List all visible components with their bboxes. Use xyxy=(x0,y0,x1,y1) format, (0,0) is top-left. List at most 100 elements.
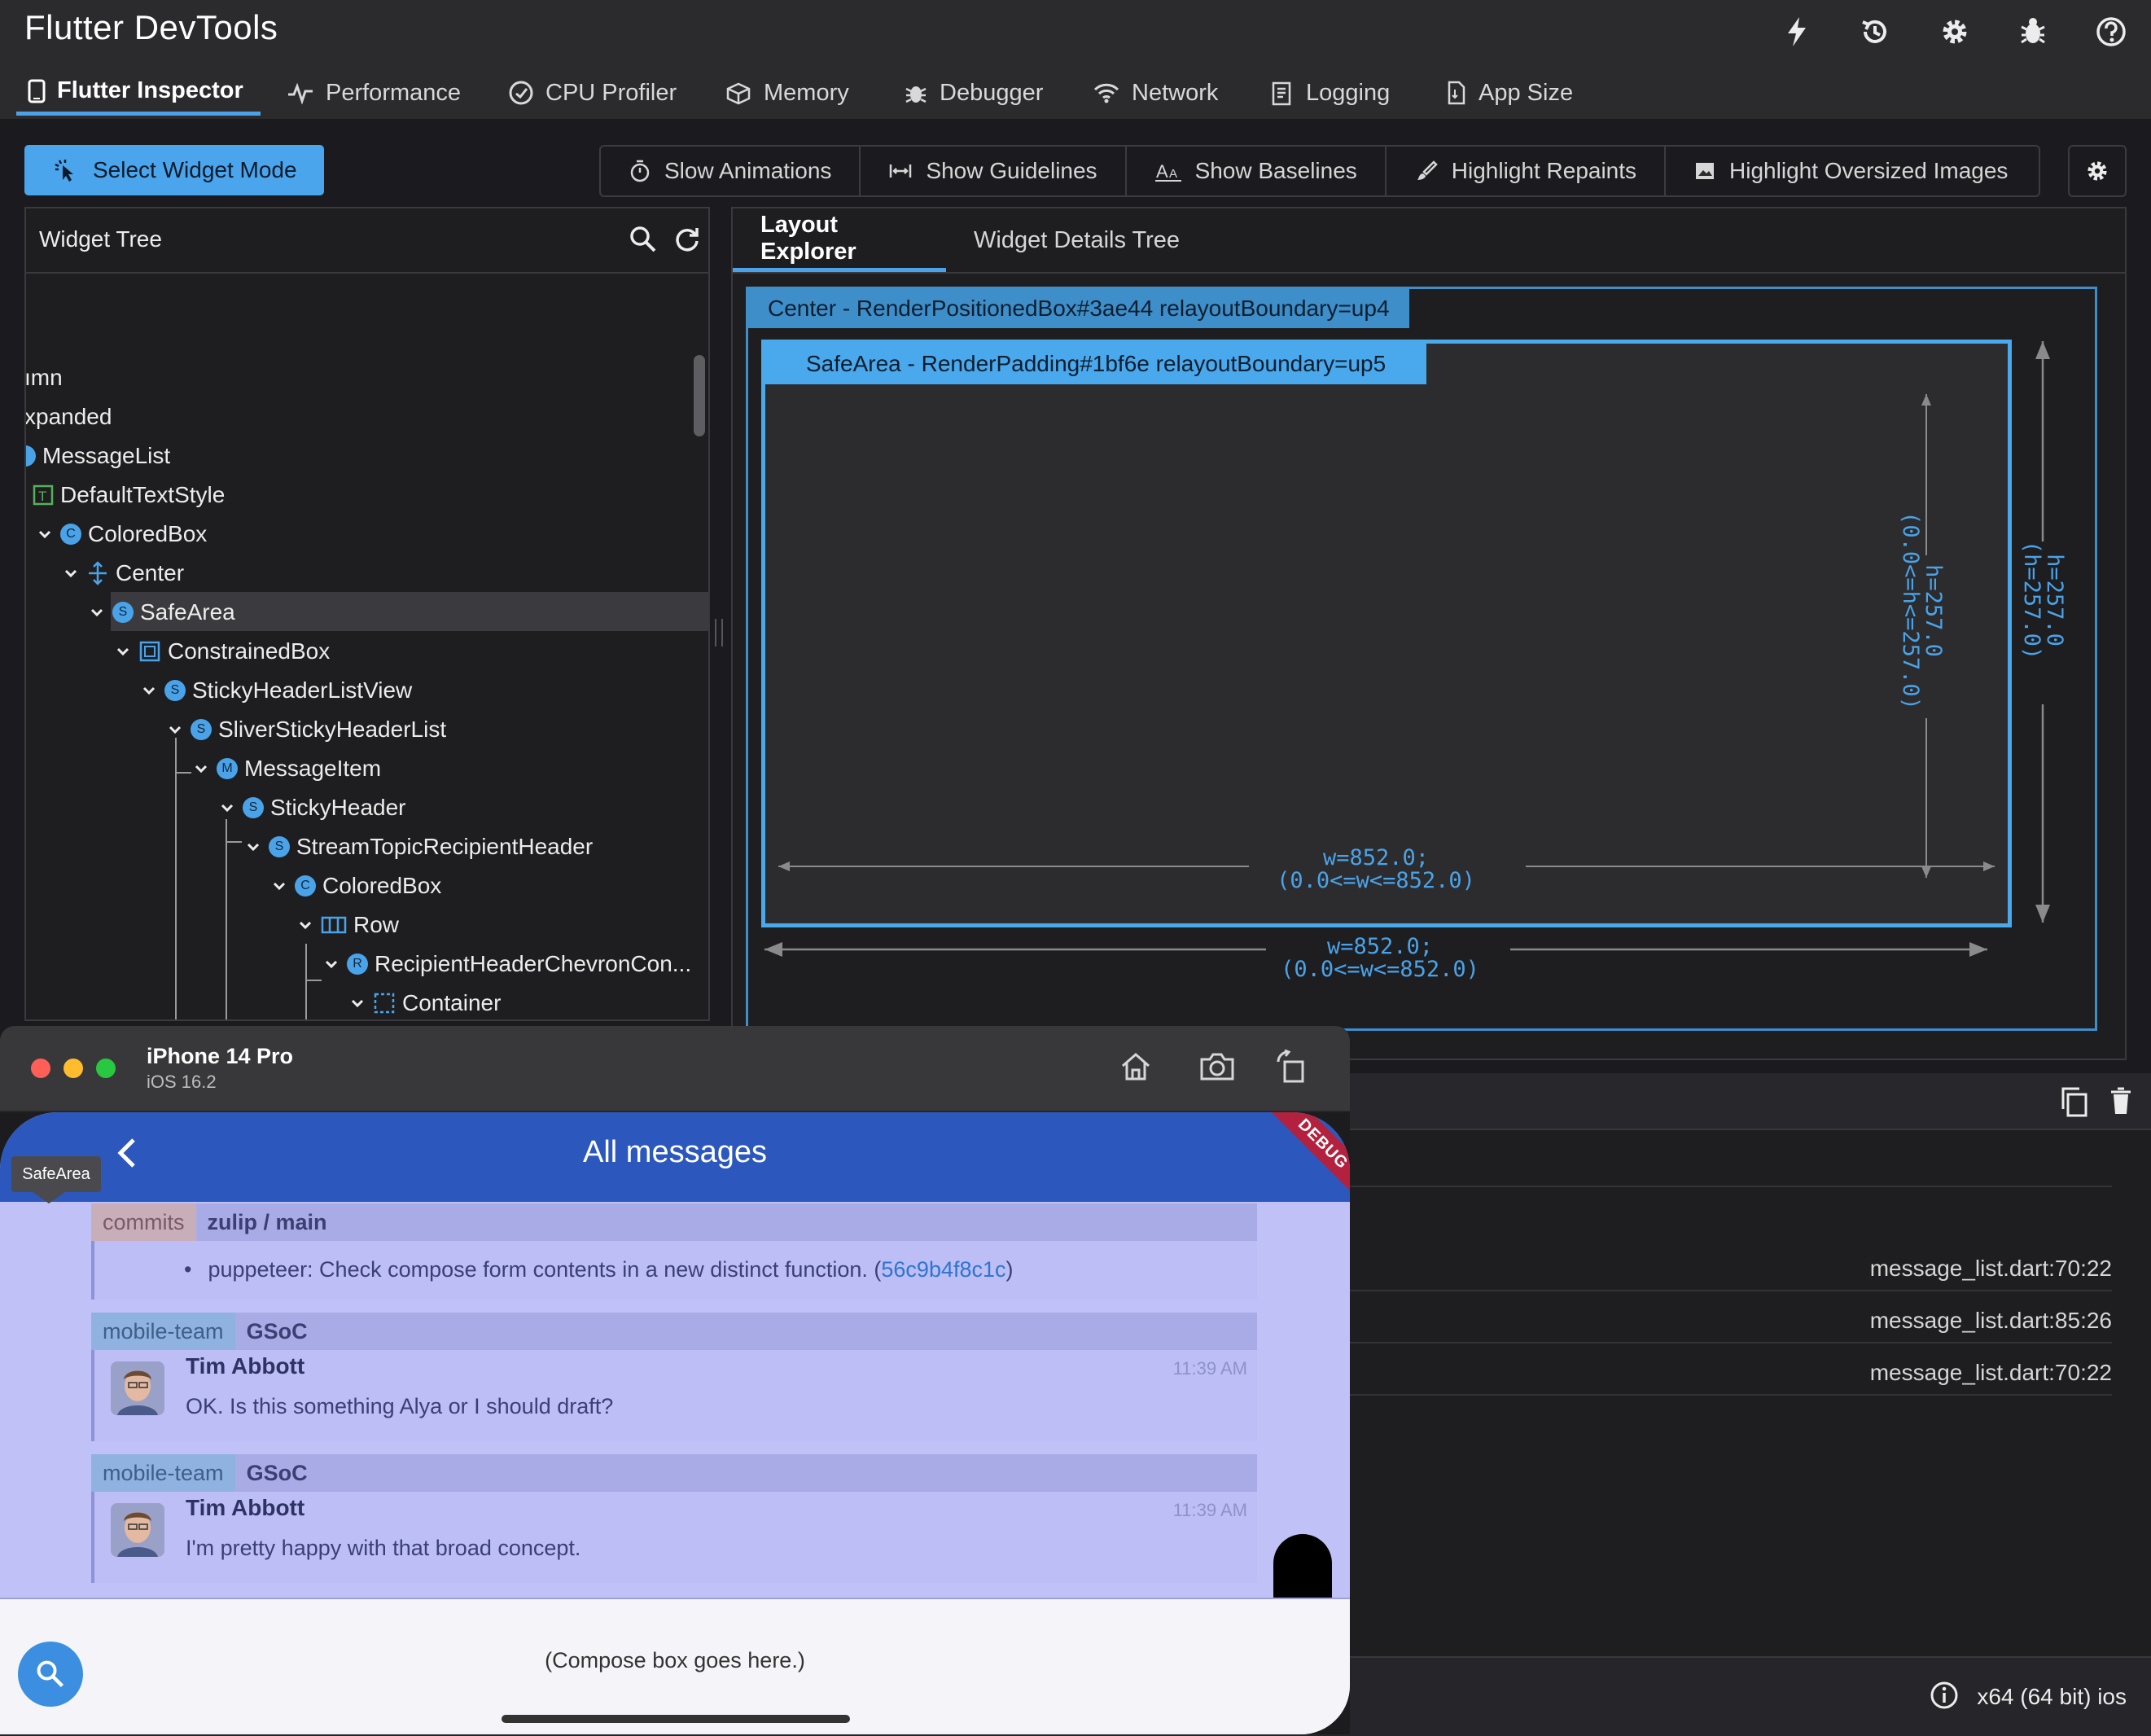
chevron-down-icon[interactable] xyxy=(62,564,80,582)
report-issue-button[interactable] xyxy=(2011,10,2055,54)
device-info-button[interactable] xyxy=(1930,1681,1959,1710)
chevron-down-icon[interactable] xyxy=(348,994,366,1012)
show-guidelines-button[interactable]: Show Guidelines xyxy=(861,147,1127,195)
compose-placeholder[interactable]: (Compose box goes here.) xyxy=(0,1648,1350,1673)
tab-flutter-inspector[interactable]: Flutter Inspector xyxy=(16,70,261,116)
tab-widget-details-tree[interactable]: Widget Details Tree xyxy=(946,208,1207,272)
timer-icon xyxy=(630,160,650,182)
message-item[interactable]: mobile-team GSoC Tim Abbott 11:39 AM OK.… xyxy=(91,1313,1257,1441)
search-fab[interactable] xyxy=(18,1642,83,1707)
rotate-button[interactable] xyxy=(1275,1049,1308,1085)
tree-node[interactable]: M MessageItem xyxy=(192,749,381,788)
info-icon xyxy=(1930,1681,1958,1709)
stream-chip[interactable]: commits xyxy=(91,1203,196,1241)
center-render-box[interactable]: Center - RenderPositionedBox#3ae44 relay… xyxy=(746,287,2097,1031)
file-icon xyxy=(1448,81,1465,105)
avatar[interactable] xyxy=(111,1361,164,1415)
chevron-down-icon[interactable] xyxy=(270,877,288,895)
screenshot-button[interactable] xyxy=(1198,1050,1236,1083)
tree-node[interactable]: ımn xyxy=(26,358,63,397)
delete-button[interactable] xyxy=(2109,1086,2133,1116)
tree-guide-line xyxy=(305,944,307,1019)
chevron-down-icon[interactable] xyxy=(322,955,340,973)
home-button[interactable] xyxy=(1119,1050,1153,1083)
tree-node[interactable]: C ColoredBox xyxy=(270,866,441,905)
tab-cpu-profiler[interactable]: CPU Profiler xyxy=(497,70,688,116)
tree-scrollbar[interactable] xyxy=(694,355,705,436)
copy-button[interactable] xyxy=(2060,1086,2089,1117)
safearea-render-box[interactable]: SafeArea - RenderPadding#1bf6e relayoutB… xyxy=(761,340,2012,927)
home-indicator[interactable] xyxy=(502,1715,850,1723)
recipient-header[interactable]: mobile-team GSoC xyxy=(91,1454,1257,1492)
topic-label[interactable]: GSoC xyxy=(235,1319,308,1344)
slow-animations-button[interactable]: Slow Animations xyxy=(601,147,861,195)
chevron-down-icon[interactable] xyxy=(296,916,314,934)
tree-node[interactable]: Container xyxy=(348,984,501,1019)
topic-label[interactable]: zulip / main xyxy=(196,1210,327,1235)
widget-badge-icon: S xyxy=(164,680,186,701)
chevron-down-icon[interactable] xyxy=(192,760,210,778)
inner-height-value: h=257.0 xyxy=(1921,564,1946,657)
tree-node[interactable]: S StickyHeaderListView xyxy=(140,671,412,710)
chevron-down-icon[interactable] xyxy=(244,838,262,856)
chevron-down-icon[interactable] xyxy=(140,682,158,699)
topic-label[interactable]: GSoC xyxy=(235,1461,308,1486)
tree-node[interactable]: MessageList xyxy=(26,436,170,476)
search-button[interactable] xyxy=(629,225,658,254)
message-item[interactable]: mobile-team GSoC Tim Abbott 11:39 AM I'm… xyxy=(91,1454,1257,1583)
tree-node[interactable]: Center xyxy=(62,554,184,593)
message-body: Tim Abbott 11:39 AM OK. Is this somethin… xyxy=(91,1350,1257,1441)
close-window-button[interactable] xyxy=(31,1059,50,1078)
tree-node[interactable]: T DefaultTextStyle xyxy=(33,476,225,515)
message-item[interactable]: commits zulip / main • puppeteer: Check c… xyxy=(91,1203,1257,1300)
hot-restart-button[interactable] xyxy=(1853,10,1897,54)
settings-button[interactable] xyxy=(1933,10,1977,54)
tree-node[interactable]: Row xyxy=(296,905,399,945)
tree-node[interactable]: S StreamTopicRecipientHeader xyxy=(244,827,593,866)
tree-node[interactable]: S StickyHeader xyxy=(218,788,406,827)
select-widget-mode-button[interactable]: Select Widget Mode xyxy=(24,145,324,195)
panel-splitter-handle[interactable] xyxy=(715,619,723,647)
inspector-settings-button[interactable] xyxy=(2068,145,2127,197)
chevron-down-icon[interactable] xyxy=(88,603,106,621)
tab-app-size[interactable]: App Size xyxy=(1435,70,1584,116)
tree-node[interactable]: S SliverStickyHeaderList xyxy=(166,710,446,749)
tab-logging[interactable]: Logging xyxy=(1259,70,1401,116)
tab-layout-explorer[interactable]: Layout Explorer xyxy=(733,208,946,272)
recipient-header[interactable]: commits zulip / main xyxy=(91,1203,1257,1241)
tree-node-selected[interactable]: S SafeArea xyxy=(88,593,235,632)
sender-name[interactable]: Tim Abbott xyxy=(186,1353,304,1379)
minimize-window-button[interactable] xyxy=(64,1059,83,1078)
chevron-down-icon[interactable] xyxy=(114,642,132,660)
tree-node[interactable]: ConstrainedBox xyxy=(114,632,330,671)
highlight-repaints-button[interactable]: Highlight Repaints xyxy=(1387,147,1667,195)
source-location[interactable]: message_list.dart:70:22 xyxy=(1870,1256,2112,1282)
source-location[interactable]: message_list.dart:85:26 xyxy=(1870,1308,2112,1334)
tab-debugger[interactable]: Debugger xyxy=(892,70,1054,116)
highlight-oversized-images-button[interactable]: Highlight Oversized Images xyxy=(1666,147,2035,195)
tree-guide-line xyxy=(226,841,242,843)
tab-memory[interactable]: Memory xyxy=(713,70,861,116)
refresh-tree-button[interactable] xyxy=(672,225,702,254)
tab-performance[interactable]: Performance xyxy=(275,70,472,116)
zoom-window-button[interactable] xyxy=(96,1059,116,1078)
commit-link[interactable]: 56c9b4f8c1c xyxy=(881,1257,1005,1282)
tree-node[interactable]: C ColoredBox xyxy=(36,515,207,554)
touch-select-icon xyxy=(55,160,73,182)
widget-badge-icon: S xyxy=(243,797,264,818)
recipient-header[interactable]: mobile-team GSoC xyxy=(91,1313,1257,1350)
hot-reload-button[interactable] xyxy=(1775,10,1819,54)
source-location[interactable]: message_list.dart:70:22 xyxy=(1870,1360,2112,1386)
tree-node[interactable]: R RecipientHeaderChevronCon... xyxy=(322,945,691,984)
stream-chip[interactable]: mobile-team xyxy=(91,1313,235,1350)
chevron-down-icon[interactable] xyxy=(166,721,184,739)
tree-node[interactable]: xpanded xyxy=(26,397,112,436)
avatar[interactable] xyxy=(111,1503,164,1557)
sender-name[interactable]: Tim Abbott xyxy=(186,1495,304,1521)
stream-chip[interactable]: mobile-team xyxy=(91,1454,235,1492)
help-button[interactable] xyxy=(2089,10,2133,54)
tab-network[interactable]: Network xyxy=(1081,70,1229,116)
show-baselines-button[interactable]: AA Show Baselines xyxy=(1127,147,1387,195)
chevron-down-icon[interactable] xyxy=(36,525,54,543)
chevron-down-icon[interactable] xyxy=(218,799,236,817)
